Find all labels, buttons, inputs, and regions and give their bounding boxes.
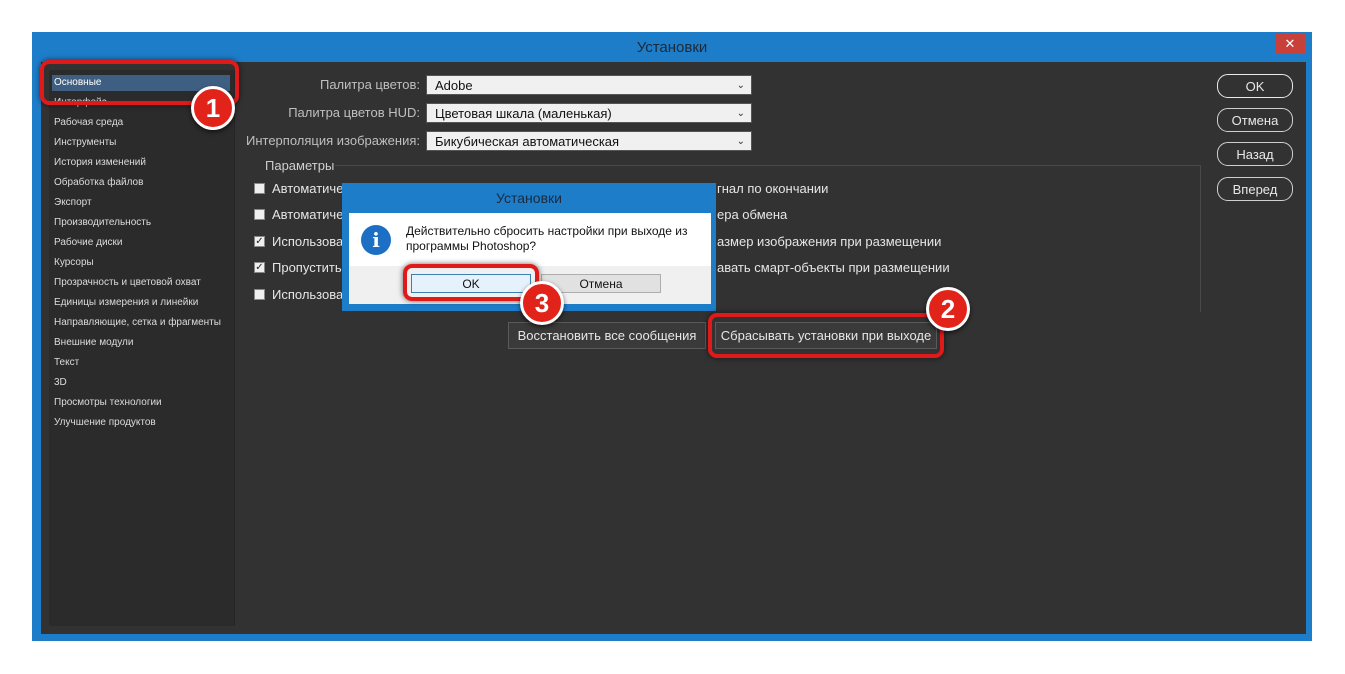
- step-badge-3: 3: [520, 281, 564, 325]
- sidebar-item-type[interactable]: Текст: [54, 355, 79, 371]
- back-button[interactable]: Назад: [1217, 142, 1293, 166]
- window-title: Установки: [636, 38, 708, 56]
- highlight-reset-button: [708, 313, 944, 358]
- option-label: азмер изображения при размещении: [717, 234, 942, 249]
- checkbox-use-1[interactable]: ✓: [254, 236, 265, 247]
- sidebar-item-workspace[interactable]: Рабочая среда: [54, 115, 123, 131]
- sidebar-item-cursors[interactable]: Курсоры: [54, 255, 94, 271]
- checkmark-icon: ✓: [255, 262, 264, 273]
- hud-picker-select[interactable]: Цветовая шкала (маленькая) ⌄: [426, 103, 752, 123]
- sidebar-item-units[interactable]: Единицы измерения и линейки: [54, 295, 198, 311]
- checkmark-icon: ✓: [255, 236, 264, 247]
- option-label: Пропустить: [272, 260, 342, 275]
- group-divider: [335, 165, 1201, 166]
- sidebar-item-tools[interactable]: Инструменты: [54, 135, 116, 151]
- interpolation-select[interactable]: Бикубическая автоматическая ⌄: [426, 131, 752, 151]
- sidebar-item-history[interactable]: История изменений: [54, 155, 146, 171]
- chevron-down-icon: ⌄: [736, 80, 745, 91]
- sidebar-item-3d[interactable]: 3D: [54, 375, 67, 391]
- checkbox-use-2[interactable]: [254, 289, 265, 300]
- chevron-down-icon: ⌄: [736, 108, 745, 119]
- sidebar-item-guides[interactable]: Направляющие, сетка и фрагменты: [54, 315, 221, 331]
- sidebar-item-product-improvement[interactable]: Улучшение продуктов: [54, 415, 156, 431]
- sidebar-item-performance[interactable]: Производительность: [54, 215, 151, 231]
- step-badge-1: 1: [191, 86, 235, 130]
- option-label: авать смарт-объекты при размещении: [717, 260, 950, 275]
- hud-picker-value: Цветовая шкала (маленькая): [435, 106, 612, 121]
- option-label: гнал по окончании: [717, 181, 829, 196]
- hud-picker-label: Палитра цветов HUD:: [288, 105, 420, 120]
- checkbox-skip[interactable]: ✓: [254, 262, 265, 273]
- color-picker-value: Adobe: [435, 78, 473, 93]
- forward-button[interactable]: Вперед: [1217, 177, 1293, 201]
- parameters-group-title: Параметры: [265, 158, 335, 173]
- sidebar-item-plugins[interactable]: Внешние модули: [54, 335, 133, 351]
- info-icon: i: [361, 225, 391, 255]
- color-picker-select[interactable]: Adobe ⌄: [426, 75, 752, 95]
- dialog-title: Установки: [496, 190, 562, 206]
- group-divider-right: [1200, 165, 1201, 312]
- close-button[interactable]: ✕: [1275, 34, 1305, 53]
- step-badge-2: 2: [926, 287, 970, 331]
- sidebar-item-transparency[interactable]: Прозрачность и цветовой охват: [54, 275, 201, 291]
- close-icon: ✕: [1284, 35, 1296, 51]
- ok-button[interactable]: OK: [1217, 74, 1293, 98]
- interpolation-label: Интерполяция изображения:: [246, 133, 420, 148]
- highlight-dialog-ok: [403, 264, 539, 301]
- sidebar-item-tech-previews[interactable]: Просмотры технологии: [54, 395, 162, 411]
- sidebar-item-file-handling[interactable]: Обработка файлов: [54, 175, 143, 191]
- interpolation-value: Бикубическая автоматическая: [435, 134, 620, 149]
- sidebar-item-scratch-disks[interactable]: Рабочие диски: [54, 235, 123, 251]
- checkbox-auto-2[interactable]: [254, 209, 265, 220]
- sidebar-item-export[interactable]: Экспорт: [54, 195, 92, 211]
- cancel-button[interactable]: Отмена: [1217, 108, 1293, 132]
- color-picker-label: Палитра цветов:: [319, 77, 420, 92]
- restore-all-messages-button[interactable]: Восстановить все сообщения: [508, 322, 706, 349]
- dialog-message: Действительно сбросить настройки при вых…: [406, 224, 688, 253]
- option-label: ера обмена: [717, 207, 788, 222]
- checkbox-auto-1[interactable]: [254, 183, 265, 194]
- chevron-down-icon: ⌄: [736, 136, 745, 147]
